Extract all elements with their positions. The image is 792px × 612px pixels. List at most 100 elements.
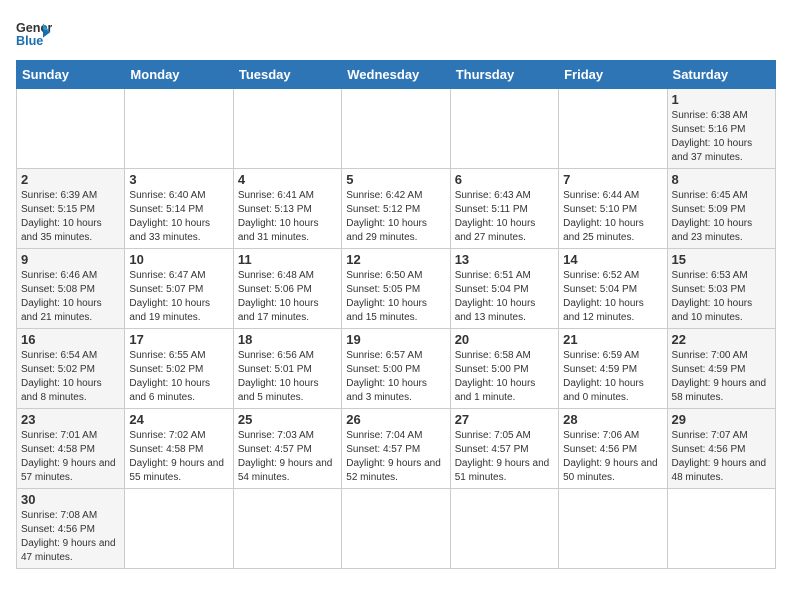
day-info: Sunrise: 7:05 AM Sunset: 4:57 PM Dayligh…: [455, 429, 554, 485]
day-cell: [17, 89, 125, 169]
week-row-3: 9 Sunrise: 6:46 AM Sunset: 5:08 PM Daylig…: [17, 249, 776, 329]
page-header: General Blue: [16, 16, 776, 52]
day-cell: 27 Sunrise: 7:05 AM Sunset: 4:57 PM Dayli…: [450, 409, 558, 489]
day-number: 1: [672, 92, 771, 107]
week-row-6: 30Sunrise: 7:08 AM Sunset: 4:56 PM Dayli…: [17, 489, 776, 569]
weekday-header-wednesday: Wednesday: [342, 61, 450, 89]
day-cell: 25 Sunrise: 7:03 AM Sunset: 4:57 PM Dayli…: [233, 409, 341, 489]
day-number: 12: [346, 252, 445, 267]
week-row-2: 2Sunrise: 6:39 AM Sunset: 5:15 PM Daylig…: [17, 169, 776, 249]
day-number: 23: [21, 412, 120, 427]
day-cell: 2Sunrise: 6:39 AM Sunset: 5:15 PM Daylig…: [17, 169, 125, 249]
day-cell: 28 Sunrise: 7:06 AM Sunset: 4:56 PM Dayli…: [559, 409, 667, 489]
day-number: 4: [238, 172, 337, 187]
day-number: 5: [346, 172, 445, 187]
day-info: Sunrise: 6:55 AM Sunset: 5:02 PM Dayligh…: [129, 349, 228, 405]
day-info: Sunrise: 7:07 AM Sunset: 4:56 PM Dayligh…: [672, 429, 771, 485]
day-cell: [233, 489, 341, 569]
week-row-1: 1 Sunrise: 6:38 AM Sunset: 5:16 PM Daylig…: [17, 89, 776, 169]
day-cell: 8 Sunrise: 6:45 AM Sunset: 5:09 PM Daylig…: [667, 169, 775, 249]
day-info: Sunrise: 6:57 AM Sunset: 5:00 PM Dayligh…: [346, 349, 445, 405]
day-info: Sunrise: 7:04 AM Sunset: 4:57 PM Dayligh…: [346, 429, 445, 485]
day-info: Sunrise: 6:39 AM Sunset: 5:15 PM Dayligh…: [21, 189, 120, 245]
day-info: Sunrise: 6:46 AM Sunset: 5:08 PM Dayligh…: [21, 269, 120, 325]
day-cell: 4Sunrise: 6:41 AM Sunset: 5:13 PM Daylig…: [233, 169, 341, 249]
day-cell: 3 Sunrise: 6:40 AM Sunset: 5:14 PM Daylig…: [125, 169, 233, 249]
day-info: Sunrise: 6:50 AM Sunset: 5:05 PM Dayligh…: [346, 269, 445, 325]
day-number: 19: [346, 332, 445, 347]
day-number: 13: [455, 252, 554, 267]
day-number: 27: [455, 412, 554, 427]
day-number: 25: [238, 412, 337, 427]
day-info: Sunrise: 6:51 AM Sunset: 5:04 PM Dayligh…: [455, 269, 554, 325]
day-number: 7: [563, 172, 662, 187]
day-number: 22: [672, 332, 771, 347]
day-number: 9: [21, 252, 120, 267]
day-cell: 6 Sunrise: 6:43 AM Sunset: 5:11 PM Daylig…: [450, 169, 558, 249]
day-cell: [667, 489, 775, 569]
day-cell: [342, 489, 450, 569]
day-number: 24: [129, 412, 228, 427]
day-cell: 12 Sunrise: 6:50 AM Sunset: 5:05 PM Dayli…: [342, 249, 450, 329]
day-info: Sunrise: 7:06 AM Sunset: 4:56 PM Dayligh…: [563, 429, 662, 485]
day-info: Sunrise: 7:01 AM Sunset: 4:58 PM Dayligh…: [21, 429, 120, 485]
day-number: 11: [238, 252, 337, 267]
weekday-header-sunday: Sunday: [17, 61, 125, 89]
day-cell: 30Sunrise: 7:08 AM Sunset: 4:56 PM Dayli…: [17, 489, 125, 569]
day-cell: 1 Sunrise: 6:38 AM Sunset: 5:16 PM Daylig…: [667, 89, 775, 169]
logo: General Blue: [16, 16, 52, 52]
week-row-5: 23 Sunrise: 7:01 AM Sunset: 4:58 PM Dayli…: [17, 409, 776, 489]
day-info: Sunrise: 6:38 AM Sunset: 5:16 PM Dayligh…: [672, 109, 771, 165]
day-info: Sunrise: 7:03 AM Sunset: 4:57 PM Dayligh…: [238, 429, 337, 485]
day-cell: 23 Sunrise: 7:01 AM Sunset: 4:58 PM Dayli…: [17, 409, 125, 489]
day-number: 3: [129, 172, 228, 187]
day-info: Sunrise: 6:47 AM Sunset: 5:07 PM Dayligh…: [129, 269, 228, 325]
day-cell: 5 Sunrise: 6:42 AM Sunset: 5:12 PM Daylig…: [342, 169, 450, 249]
day-cell: [450, 489, 558, 569]
day-cell: 22 Sunrise: 7:00 AM Sunset: 4:59 PM Dayli…: [667, 329, 775, 409]
day-cell: 19 Sunrise: 6:57 AM Sunset: 5:00 PM Dayli…: [342, 329, 450, 409]
day-cell: 24 Sunrise: 7:02 AM Sunset: 4:58 PM Dayli…: [125, 409, 233, 489]
day-info: Sunrise: 6:40 AM Sunset: 5:14 PM Dayligh…: [129, 189, 228, 245]
day-cell: [125, 489, 233, 569]
day-number: 28: [563, 412, 662, 427]
day-number: 6: [455, 172, 554, 187]
day-info: Sunrise: 6:45 AM Sunset: 5:09 PM Dayligh…: [672, 189, 771, 245]
day-number: 17: [129, 332, 228, 347]
weekday-header-monday: Monday: [125, 61, 233, 89]
day-cell: 11 Sunrise: 6:48 AM Sunset: 5:06 PM Dayli…: [233, 249, 341, 329]
day-cell: 17 Sunrise: 6:55 AM Sunset: 5:02 PM Dayli…: [125, 329, 233, 409]
day-number: 16: [21, 332, 120, 347]
day-info: Sunrise: 6:43 AM Sunset: 5:11 PM Dayligh…: [455, 189, 554, 245]
day-info: Sunrise: 7:08 AM Sunset: 4:56 PM Dayligh…: [21, 509, 120, 565]
calendar-table: SundayMondayTuesdayWednesdayThursdayFrid…: [16, 60, 776, 569]
day-cell: 21Sunrise: 6:59 AM Sunset: 4:59 PM Dayli…: [559, 329, 667, 409]
day-number: 20: [455, 332, 554, 347]
day-cell: 9 Sunrise: 6:46 AM Sunset: 5:08 PM Daylig…: [17, 249, 125, 329]
day-info: Sunrise: 6:56 AM Sunset: 5:01 PM Dayligh…: [238, 349, 337, 405]
day-cell: [342, 89, 450, 169]
day-cell: [559, 489, 667, 569]
day-info: Sunrise: 6:48 AM Sunset: 5:06 PM Dayligh…: [238, 269, 337, 325]
week-row-4: 16Sunrise: 6:54 AM Sunset: 5:02 PM Dayli…: [17, 329, 776, 409]
day-number: 18: [238, 332, 337, 347]
day-info: Sunrise: 6:42 AM Sunset: 5:12 PM Dayligh…: [346, 189, 445, 245]
svg-text:Blue: Blue: [16, 34, 43, 48]
weekday-header-thursday: Thursday: [450, 61, 558, 89]
day-number: 8: [672, 172, 771, 187]
day-cell: 14Sunrise: 6:52 AM Sunset: 5:04 PM Dayli…: [559, 249, 667, 329]
day-cell: 18 Sunrise: 6:56 AM Sunset: 5:01 PM Dayli…: [233, 329, 341, 409]
day-number: 26: [346, 412, 445, 427]
day-cell: [450, 89, 558, 169]
day-cell: [559, 89, 667, 169]
day-cell: 13 Sunrise: 6:51 AM Sunset: 5:04 PM Dayli…: [450, 249, 558, 329]
weekday-header-saturday: Saturday: [667, 61, 775, 89]
day-info: Sunrise: 7:02 AM Sunset: 4:58 PM Dayligh…: [129, 429, 228, 485]
day-info: Sunrise: 7:00 AM Sunset: 4:59 PM Dayligh…: [672, 349, 771, 405]
day-cell: 7 Sunrise: 6:44 AM Sunset: 5:10 PM Daylig…: [559, 169, 667, 249]
weekday-header-friday: Friday: [559, 61, 667, 89]
day-info: Sunrise: 6:44 AM Sunset: 5:10 PM Dayligh…: [563, 189, 662, 245]
day-cell: 29Sunrise: 7:07 AM Sunset: 4:56 PM Dayli…: [667, 409, 775, 489]
day-cell: 16Sunrise: 6:54 AM Sunset: 5:02 PM Dayli…: [17, 329, 125, 409]
weekday-header-row: SundayMondayTuesdayWednesdayThursdayFrid…: [17, 61, 776, 89]
